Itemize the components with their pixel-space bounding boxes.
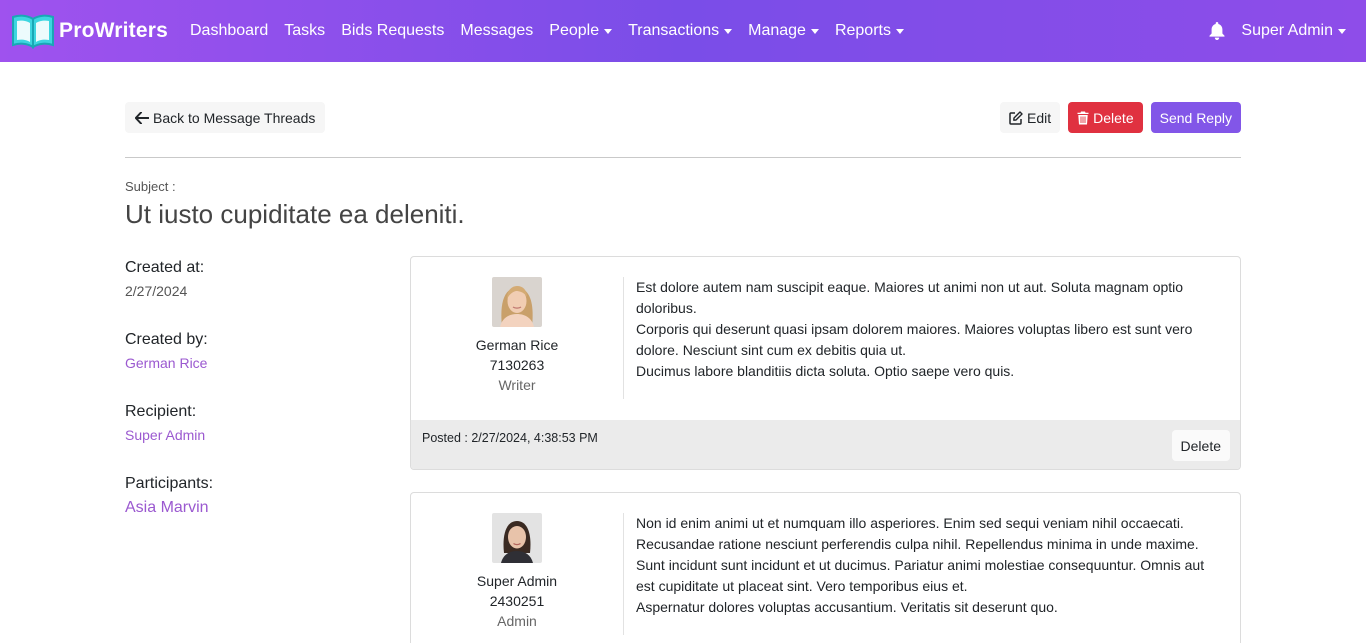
trash-icon bbox=[1077, 111, 1089, 124]
nav-label: Manage bbox=[748, 22, 806, 39]
author-role: Admin bbox=[497, 613, 537, 629]
created-by-label: Created by: bbox=[125, 331, 208, 348]
author-divider bbox=[623, 513, 624, 635]
delete-thread-button[interactable]: Delete bbox=[1068, 102, 1143, 133]
edit-label: Edit bbox=[1027, 109, 1052, 126]
nav-transactions-dropdown[interactable]: Transactions bbox=[628, 22, 733, 40]
thread-actions: Edit Delete Send Reply bbox=[992, 102, 1241, 133]
author-role: Writer bbox=[498, 377, 536, 393]
message-paragraph: Ducimus labore blanditiis dicta soluta. … bbox=[636, 363, 1015, 379]
caret-down-icon bbox=[724, 29, 733, 34]
created-at-block: Created at: 2/27/2024 bbox=[125, 259, 204, 299]
message-paragraph: Recusandae ratione nesciunt perferendis … bbox=[636, 536, 1199, 552]
edit-button[interactable]: Edit bbox=[1000, 102, 1061, 133]
nav-links: Dashboard Tasks Bids Requests Messages P… bbox=[190, 0, 920, 62]
author-divider bbox=[623, 277, 624, 399]
message-paragraph: Aspernatur dolores voluptas accusantium.… bbox=[636, 599, 1058, 615]
nav-messages[interactable]: Messages bbox=[460, 22, 533, 40]
created-at-label: Created at: bbox=[125, 259, 205, 276]
nav-bids-requests[interactable]: Bids Requests bbox=[341, 22, 444, 40]
message-card: Super Admin 2430251 Admin Non id enim an… bbox=[410, 492, 1241, 643]
nav-right: Super Admin bbox=[1209, 0, 1346, 62]
message-card: German Rice 7130263 Writer Est dolore au… bbox=[410, 256, 1241, 470]
author-id: 7130263 bbox=[489, 357, 545, 373]
message-text: Est dolore autem nam suscipit eaque. Mai… bbox=[636, 277, 1226, 382]
send-reply-button[interactable]: Send Reply bbox=[1150, 102, 1241, 133]
created-at-value: 2/27/2024 bbox=[125, 283, 188, 299]
message-author: German Rice 7130263 Writer bbox=[411, 277, 623, 393]
nav-reports-dropdown[interactable]: Reports bbox=[835, 22, 904, 40]
nav-label: Reports bbox=[834, 22, 891, 39]
delete-label: Delete bbox=[1093, 109, 1134, 126]
brand[interactable]: ProWriters bbox=[11, 13, 168, 49]
caret-down-icon bbox=[810, 29, 819, 34]
message-body: German Rice 7130263 Writer Est dolore au… bbox=[411, 257, 1240, 420]
caret-down-icon bbox=[604, 29, 613, 34]
user-menu-dropdown[interactable]: Super Admin bbox=[1241, 22, 1346, 40]
message-paragraph: Corporis qui deserunt quasi ipsam dolore… bbox=[636, 321, 1193, 358]
nav-label: Transactions bbox=[628, 22, 720, 39]
message-paragraph: Sunt incidunt sunt incidunt et ut ducimu… bbox=[636, 557, 1205, 594]
subject-label: Subject : bbox=[125, 179, 176, 194]
avatar[interactable] bbox=[492, 277, 542, 327]
caret-down-icon bbox=[1338, 29, 1346, 34]
delete-message-button[interactable]: Delete bbox=[1171, 430, 1230, 461]
participants-block: Participants: Asia Marvin bbox=[125, 475, 213, 517]
caret-down-icon bbox=[895, 29, 904, 34]
nav-tasks[interactable]: Tasks bbox=[284, 22, 325, 40]
message-body: Super Admin 2430251 Admin Non id enim an… bbox=[411, 493, 1240, 643]
top-navbar: ProWriters Dashboard Tasks Bids Requests… bbox=[0, 0, 1366, 62]
message-text: Non id enim animi ut et numquam illo asp… bbox=[636, 513, 1226, 618]
message-paragraph: Non id enim animi ut et numquam illo asp… bbox=[636, 515, 1184, 531]
author-id: 2430251 bbox=[489, 593, 545, 609]
bell-icon[interactable] bbox=[1209, 22, 1225, 40]
message-author: Super Admin 2430251 Admin bbox=[411, 513, 623, 629]
thread-subject: Ut iusto cupiditate ea deleniti. bbox=[125, 199, 465, 229]
recipient-label: Recipient: bbox=[125, 403, 197, 420]
back-label: Back to Message Threads bbox=[153, 109, 316, 126]
nav-label: Tasks bbox=[284, 22, 326, 39]
brand-name: ProWriters bbox=[59, 19, 168, 42]
nav-manage-dropdown[interactable]: Manage bbox=[748, 22, 819, 40]
reply-label: Send Reply bbox=[1159, 109, 1232, 126]
nav-label: Dashboard bbox=[190, 22, 269, 39]
message-footer: Posted : 2/27/2024, 4:38:53 PM Delete bbox=[411, 420, 1240, 469]
header-divider bbox=[125, 157, 1241, 158]
back-to-threads-button[interactable]: Back to Message Threads bbox=[125, 102, 326, 133]
created-by-link[interactable]: German Rice bbox=[125, 355, 208, 371]
author-name: Super Admin bbox=[476, 573, 558, 589]
nav-dashboard[interactable]: Dashboard bbox=[190, 22, 268, 40]
user-name: Super Admin bbox=[1241, 22, 1333, 39]
recipient-link[interactable]: Super Admin bbox=[125, 427, 205, 443]
arrow-left-icon bbox=[135, 111, 149, 124]
avatar[interactable] bbox=[492, 513, 542, 563]
author-name: German Rice bbox=[475, 337, 559, 353]
participant-link[interactable]: Asia Marvin bbox=[125, 499, 213, 517]
nav-label: Messages bbox=[460, 22, 534, 39]
nav-label: People bbox=[549, 22, 600, 39]
posted-timestamp: Posted : 2/27/2024, 4:38:53 PM bbox=[422, 431, 598, 445]
nav-people-dropdown[interactable]: People bbox=[549, 22, 613, 40]
created-by-block: Created by: German Rice bbox=[125, 331, 208, 371]
edit-icon bbox=[1009, 110, 1023, 125]
recipient-block: Recipient: Super Admin bbox=[125, 403, 205, 443]
open-book-icon bbox=[12, 14, 54, 49]
message-paragraph: Est dolore autem nam suscipit eaque. Mai… bbox=[636, 279, 1184, 316]
nav-label: Bids Requests bbox=[341, 22, 445, 39]
participants-label: Participants: bbox=[125, 475, 214, 492]
